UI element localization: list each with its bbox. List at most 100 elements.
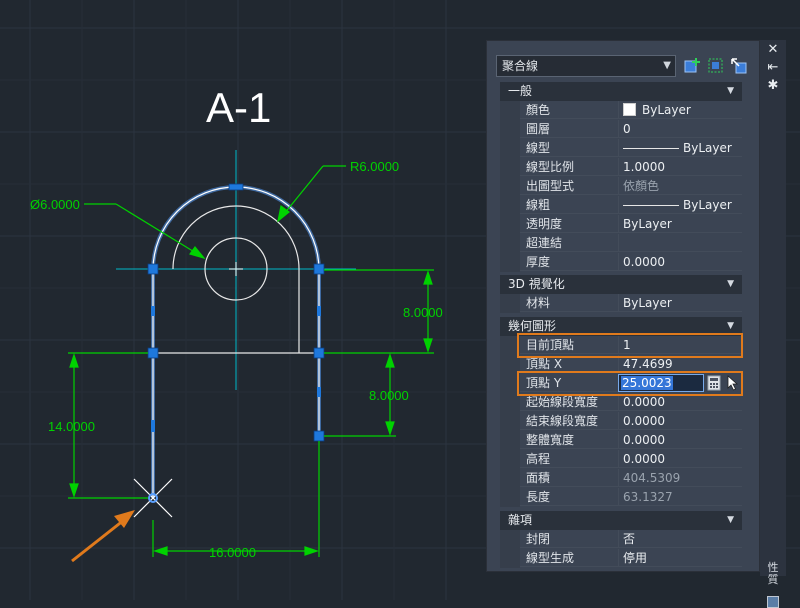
prop-label: 線型生成	[520, 549, 618, 567]
toggle-pickadd-icon[interactable]	[730, 57, 748, 75]
quick-select-icon[interactable]	[707, 57, 725, 75]
prop-value: 0.0000	[618, 431, 742, 449]
prop-label: 材料	[520, 294, 618, 312]
prop-row-vertex-x[interactable]: 頂點 X 47.4699	[500, 355, 742, 374]
chevron-down-icon[interactable]: ▼	[727, 511, 734, 530]
prop-row-linetype[interactable]: 線型 ByLayer	[500, 139, 742, 158]
prop-row-global-width[interactable]: 整體寬度 0.0000	[500, 431, 742, 450]
dim-diameter: Ø6.0000	[30, 197, 80, 212]
section-geometry[interactable]: 幾何圖形 ▼	[500, 317, 742, 336]
prop-row-area[interactable]: 面積 404.5309	[500, 469, 742, 488]
prop-value: 0	[618, 120, 742, 138]
drawing-title: A-1	[206, 84, 271, 131]
prop-row-material[interactable]: 材料 ByLayer	[500, 294, 742, 313]
prop-value: 依顏色	[618, 177, 742, 195]
prop-row-thickness[interactable]: 厚度 0.0000	[500, 253, 742, 272]
prop-label: 頂點 Y	[520, 374, 618, 392]
prop-value	[618, 234, 742, 252]
prop-value: ByLayer	[683, 198, 732, 212]
prop-row-closed[interactable]: 封閉 否	[500, 530, 742, 549]
calculator-icon[interactable]	[707, 375, 721, 391]
palette-options-icon[interactable]	[767, 596, 779, 608]
prop-label: 整體寬度	[520, 431, 618, 449]
prop-row-layer[interactable]: 圖層 0	[500, 120, 742, 139]
prop-label: 目前頂點	[520, 336, 618, 354]
prop-row-plot-style[interactable]: 出圖型式 依顏色	[500, 177, 742, 196]
prop-label: 起始線段寬度	[520, 393, 618, 411]
prop-value: 0.0000	[618, 393, 742, 411]
dim-radius: R6.0000	[350, 159, 399, 174]
prop-label: 顏色	[520, 101, 618, 119]
prop-value: 0.0000	[618, 253, 742, 271]
lineweight-preview	[623, 205, 679, 206]
prop-value: 63.1327	[618, 488, 742, 506]
prop-label: 厚度	[520, 253, 618, 271]
section-3d-visualization[interactable]: 3D 視覺化 ▼	[500, 275, 742, 294]
prop-value: ByLayer	[683, 141, 732, 155]
prop-row-linetype-generation[interactable]: 線型生成 停用	[500, 549, 742, 568]
prop-label: 線型比例	[520, 158, 618, 176]
prop-row-linetype-scale[interactable]: 線型比例 1.0000	[500, 158, 742, 177]
section-3d-title: 3D 視覺化	[508, 277, 565, 291]
dimensions	[68, 165, 434, 557]
palette-title-strip[interactable]: ✕ ⇤ ✱ 性質	[760, 40, 786, 608]
prop-label: 線粗	[520, 196, 618, 214]
prop-row-color[interactable]: 顏色 ByLayer	[500, 101, 742, 120]
prop-row-current-vertex[interactable]: 目前頂點 1	[500, 336, 742, 355]
prop-label: 出圖型式	[520, 177, 618, 195]
section-general[interactable]: 一般 ▼	[500, 82, 742, 101]
prop-row-hyperlink[interactable]: 超連結	[500, 234, 742, 253]
close-icon[interactable]: ✕	[760, 41, 786, 59]
chevron-down-icon[interactable]: ▼	[727, 317, 734, 336]
prop-label: 圖層	[520, 120, 618, 138]
color-swatch	[623, 103, 636, 116]
prop-label: 透明度	[520, 215, 618, 233]
object-type-dropdown[interactable]: 聚合線 ▼	[496, 55, 676, 77]
palette-title: 性質	[767, 561, 779, 586]
dim-right-upper: 8.0000	[403, 305, 443, 320]
prop-value: 否	[618, 530, 742, 548]
prop-row-transparency[interactable]: 透明度 ByLayer	[500, 215, 742, 234]
vertex-y-value: 25.0023	[621, 376, 673, 390]
prop-value: 1	[618, 336, 742, 354]
vertex-y-input[interactable]: 25.0023	[618, 374, 704, 392]
prop-label: 超連結	[520, 234, 618, 252]
prop-label: 面積	[520, 469, 618, 487]
prop-row-lineweight[interactable]: 線粗 ByLayer	[500, 196, 742, 215]
prop-value: ByLayer	[642, 103, 691, 117]
prop-label: 線型	[520, 139, 618, 157]
chevron-down-icon[interactable]: ▼	[727, 275, 734, 294]
prop-value: 0.0000	[618, 412, 742, 430]
linetype-preview	[623, 148, 679, 149]
prop-label: 高程	[520, 450, 618, 468]
section-misc-title: 雜項	[508, 513, 533, 527]
autohide-icon[interactable]: ⇤	[760, 59, 786, 77]
prop-row-length[interactable]: 長度 63.1327	[500, 488, 742, 507]
prop-value: ByLayer	[618, 294, 742, 312]
prop-value: 0.0000	[618, 450, 742, 468]
pick-point-icon[interactable]	[726, 375, 740, 391]
dim-bottom-width: 16.0000	[209, 545, 256, 560]
section-geometry-title: 幾何圖形	[508, 319, 557, 333]
object-type-value: 聚合線	[502, 59, 539, 73]
prop-value: 1.0000	[618, 158, 742, 176]
prop-label: 長度	[520, 488, 618, 506]
dim-right-lower: 8.0000	[369, 388, 409, 403]
chevron-down-icon[interactable]: ▼	[727, 82, 734, 101]
prop-row-elevation[interactable]: 高程 0.0000	[500, 450, 742, 469]
section-misc[interactable]: 雜項 ▼	[500, 511, 742, 530]
prop-value: 47.4699	[618, 355, 742, 373]
prop-row-start-width[interactable]: 起始線段寬度 0.0000	[500, 393, 742, 412]
dim-left-height: 14.0000	[48, 419, 95, 434]
prop-value: ByLayer	[618, 215, 742, 233]
select-objects-icon[interactable]	[684, 57, 702, 75]
prop-row-end-width[interactable]: 結束線段寬度 0.0000	[500, 412, 742, 431]
section-general-title: 一般	[508, 84, 533, 98]
palette-menu-icon[interactable]: ✱	[760, 77, 786, 95]
prop-label: 封閉	[520, 530, 618, 548]
orange-arrow	[71, 510, 135, 563]
prop-value: 404.5309	[618, 469, 742, 487]
prop-label: 結束線段寬度	[520, 412, 618, 430]
chevron-down-icon: ▼	[663, 60, 671, 71]
prop-value: 停用	[618, 549, 742, 567]
